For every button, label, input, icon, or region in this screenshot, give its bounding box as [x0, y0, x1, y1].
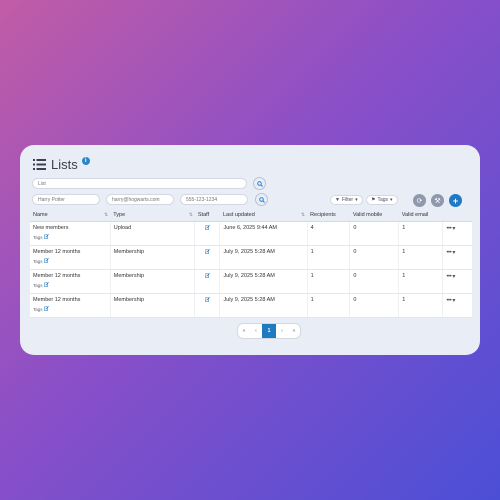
valid-mobile-cell: 0	[349, 269, 399, 294]
tags-label: Tags	[33, 282, 43, 288]
row-actions-menu[interactable]: ••• ▾	[442, 293, 472, 318]
name-cell: Member 12 months Tags	[30, 293, 111, 318]
refresh-button[interactable]: ⟳	[413, 194, 426, 207]
next-page-button[interactable]: ›	[276, 324, 288, 338]
staff-cell[interactable]	[194, 245, 220, 270]
column-header-last-updated[interactable]: Last updated	[219, 209, 308, 222]
last-updated-cell: July 9, 2025 5:28 AM	[219, 293, 308, 318]
table-row[interactable]: New members Tags Upload June 6, 2025 9:4…	[30, 221, 472, 246]
type-cell: Membership	[109, 269, 195, 294]
edit-icon	[43, 258, 49, 264]
tags-link[interactable]: Tags	[33, 234, 107, 240]
plus-icon: +	[452, 195, 459, 206]
valid-mobile-cell: 0	[349, 245, 399, 270]
name-cell: New members Tags	[30, 221, 111, 246]
list-search-button[interactable]	[253, 177, 266, 190]
column-header-valid-email: Valid email	[398, 209, 443, 222]
edit-icon	[43, 234, 49, 240]
wrench-icon: ⚒	[434, 197, 441, 205]
row-actions-menu[interactable]: ••• ▾	[442, 245, 472, 270]
refresh-icon: ⟳	[416, 197, 423, 205]
filter-label: Filter	[341, 197, 354, 203]
lists-card: Lists i ▼ Filter ▾ ⚑ Tags ▾ ⟳ ⚒ + Name T…	[20, 145, 480, 355]
row-actions-menu[interactable]: ••• ▾	[442, 269, 472, 294]
filter-dropdown[interactable]: ▼ Filter ▾	[330, 195, 363, 205]
recipients-cell: 4	[306, 221, 350, 246]
table-row[interactable]: Member 12 months Tags Membership July 9,…	[30, 293, 472, 318]
pagination: « ‹ 1 › »	[237, 323, 301, 339]
column-header-actions	[442, 209, 472, 222]
table-row[interactable]: Member 12 months Tags Membership July 9,…	[30, 245, 472, 270]
valid-email-cell: 1	[398, 293, 443, 318]
valid-mobile-cell: 0	[349, 293, 399, 318]
column-header-staff: Staff	[194, 209, 220, 222]
type-cell: Upload	[109, 221, 195, 246]
tags-link[interactable]: Tags	[33, 282, 107, 288]
tags-link[interactable]: Tags	[33, 306, 107, 312]
info-icon[interactable]: i	[81, 157, 90, 165]
valid-email-cell: 1	[398, 221, 443, 246]
tags-link[interactable]: Tags	[33, 258, 107, 264]
lists-table: Name Type Staff Last updated Recipients …	[30, 209, 472, 318]
page-title: Lists	[51, 157, 78, 172]
column-header-recipients: Recipients	[307, 209, 350, 222]
tools-button[interactable]: ⚒	[431, 194, 444, 207]
search-icon	[256, 180, 263, 187]
tags-dropdown[interactable]: ⚑ Tags ▾	[366, 195, 398, 205]
page-header: Lists i	[33, 157, 90, 172]
list-name[interactable]: Member 12 months	[33, 273, 107, 279]
name-field[interactable]	[32, 194, 100, 205]
name-cell: Member 12 months Tags	[30, 269, 111, 294]
chevron-down-icon: ▾	[390, 197, 393, 203]
edit-icon[interactable]	[205, 249, 210, 256]
tags-label: Tags	[377, 197, 389, 203]
add-list-button[interactable]: +	[449, 194, 462, 207]
staff-cell[interactable]	[194, 221, 220, 246]
search-icon	[258, 196, 265, 203]
email-field[interactable]	[106, 194, 174, 205]
column-header-valid-mobile: Valid mobile	[349, 209, 399, 222]
last-updated-cell: July 9, 2025 5:28 AM	[219, 245, 308, 270]
column-header-name[interactable]: Name	[30, 209, 111, 222]
valid-email-cell: 1	[398, 245, 443, 270]
edit-icon[interactable]	[205, 225, 210, 232]
recipients-cell: 1	[306, 269, 350, 294]
edit-icon[interactable]	[205, 297, 210, 304]
chevron-down-icon: ▾	[355, 197, 358, 203]
row-actions-menu[interactable]: ••• ▾	[442, 221, 472, 246]
recipients-cell: 1	[306, 293, 350, 318]
last-updated-cell: June 6, 2025 9:44 AM	[219, 221, 308, 246]
recipients-cell: 1	[306, 245, 350, 270]
edit-icon[interactable]	[205, 273, 210, 280]
page-1-button[interactable]: 1	[262, 324, 276, 338]
first-page-button[interactable]: «	[238, 324, 250, 338]
phone-field[interactable]	[180, 194, 248, 205]
edit-icon	[43, 282, 49, 288]
name-cell: Member 12 months Tags	[30, 245, 111, 270]
staff-cell[interactable]	[194, 269, 220, 294]
list-icon	[33, 159, 46, 170]
filter-icon: ▼	[335, 197, 340, 203]
edit-icon	[43, 306, 49, 312]
prev-page-button[interactable]: ‹	[250, 324, 262, 338]
tags-label: Tags	[33, 306, 43, 312]
type-cell: Membership	[109, 293, 195, 318]
tags-label: Tags	[33, 234, 43, 240]
list-name[interactable]: Member 12 months	[33, 297, 107, 303]
column-header-type[interactable]: Type	[110, 209, 195, 222]
last-page-button[interactable]: »	[288, 324, 300, 338]
list-name[interactable]: New members	[33, 225, 107, 231]
valid-mobile-cell: 0	[349, 221, 399, 246]
tag-icon: ⚑	[371, 197, 376, 203]
valid-email-cell: 1	[398, 269, 443, 294]
list-search-input[interactable]	[32, 178, 247, 189]
last-updated-cell: July 9, 2025 5:28 AM	[219, 269, 308, 294]
contact-search-button[interactable]	[255, 193, 268, 206]
type-cell: Membership	[109, 245, 195, 270]
table-row[interactable]: Member 12 months Tags Membership July 9,…	[30, 269, 472, 294]
table-header-row: Name Type Staff Last updated Recipients …	[30, 209, 472, 222]
tags-label: Tags	[33, 258, 43, 264]
staff-cell[interactable]	[194, 293, 220, 318]
list-name[interactable]: Member 12 months	[33, 249, 107, 255]
